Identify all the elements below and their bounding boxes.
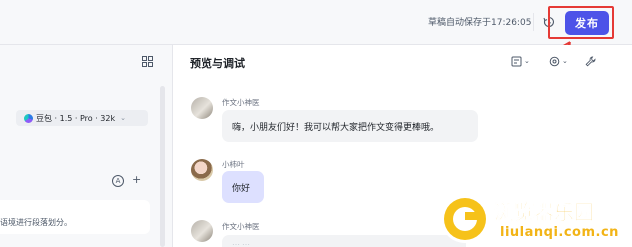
- doubao-logo-icon: [24, 113, 33, 123]
- bot-avatar: [191, 220, 213, 242]
- sender-name: 作文小神医: [222, 222, 260, 231]
- model-label: 豆包 · 1.5 · Pro · 32k: [36, 113, 116, 123]
- bot-message-bubble: [222, 235, 466, 247]
- bot-avatar: [191, 97, 213, 119]
- editor-scrollbar[interactable]: [160, 86, 165, 247]
- wrench-icon: [585, 56, 596, 66]
- watermark-url: liulanqi.com.cn: [500, 225, 619, 240]
- grid-icon[interactable]: [142, 56, 153, 67]
- message-text: ……: [232, 238, 252, 247]
- plugin-icon: [549, 56, 560, 66]
- chevron-down-icon: ⌄: [562, 57, 568, 65]
- bot-message-bubble: 嗨，小朋友们好！我可以帮大家把作文变得更棒哦。: [222, 110, 478, 142]
- auto-format-button[interactable]: A: [112, 175, 124, 187]
- user-message-bubble: 你好: [222, 171, 264, 203]
- message-text: 你好: [232, 183, 251, 194]
- debug-tools-button[interactable]: [585, 54, 596, 68]
- chevron-down-icon: ⌄: [120, 114, 126, 122]
- panel-title: 预览与调试: [190, 57, 245, 70]
- site-watermark: 浏览器乐园 liulanqi.com.cn: [444, 192, 632, 247]
- chevron-down-icon: ⌄: [524, 57, 530, 65]
- layout-select-button[interactable]: ⌄: [511, 54, 530, 68]
- message-text: 嗨，小朋友们好！我可以帮大家把作文变得更棒哦。: [232, 122, 440, 133]
- layout-select-icon: [511, 56, 522, 66]
- draft-autosave-status: 草稿自动保存于17:26:05: [428, 18, 532, 28]
- sender-name: 小柿叶: [222, 160, 245, 169]
- toolbar-divider: [533, 13, 534, 31]
- user-avatar: [191, 159, 213, 181]
- prompt-snippet: 语境进行段落划分。: [0, 218, 72, 227]
- site-logo-icon: [444, 198, 486, 240]
- watermark-title: 浏览器乐园: [494, 200, 595, 225]
- publish-button[interactable]: 发布: [565, 11, 609, 35]
- plugin-button[interactable]: ⌄: [549, 54, 568, 68]
- sender-name: 作文小神医: [222, 98, 260, 107]
- add-button[interactable]: +: [132, 173, 141, 186]
- model-selector[interactable]: 豆包 · 1.5 · Pro · 32k ⌄: [16, 110, 148, 126]
